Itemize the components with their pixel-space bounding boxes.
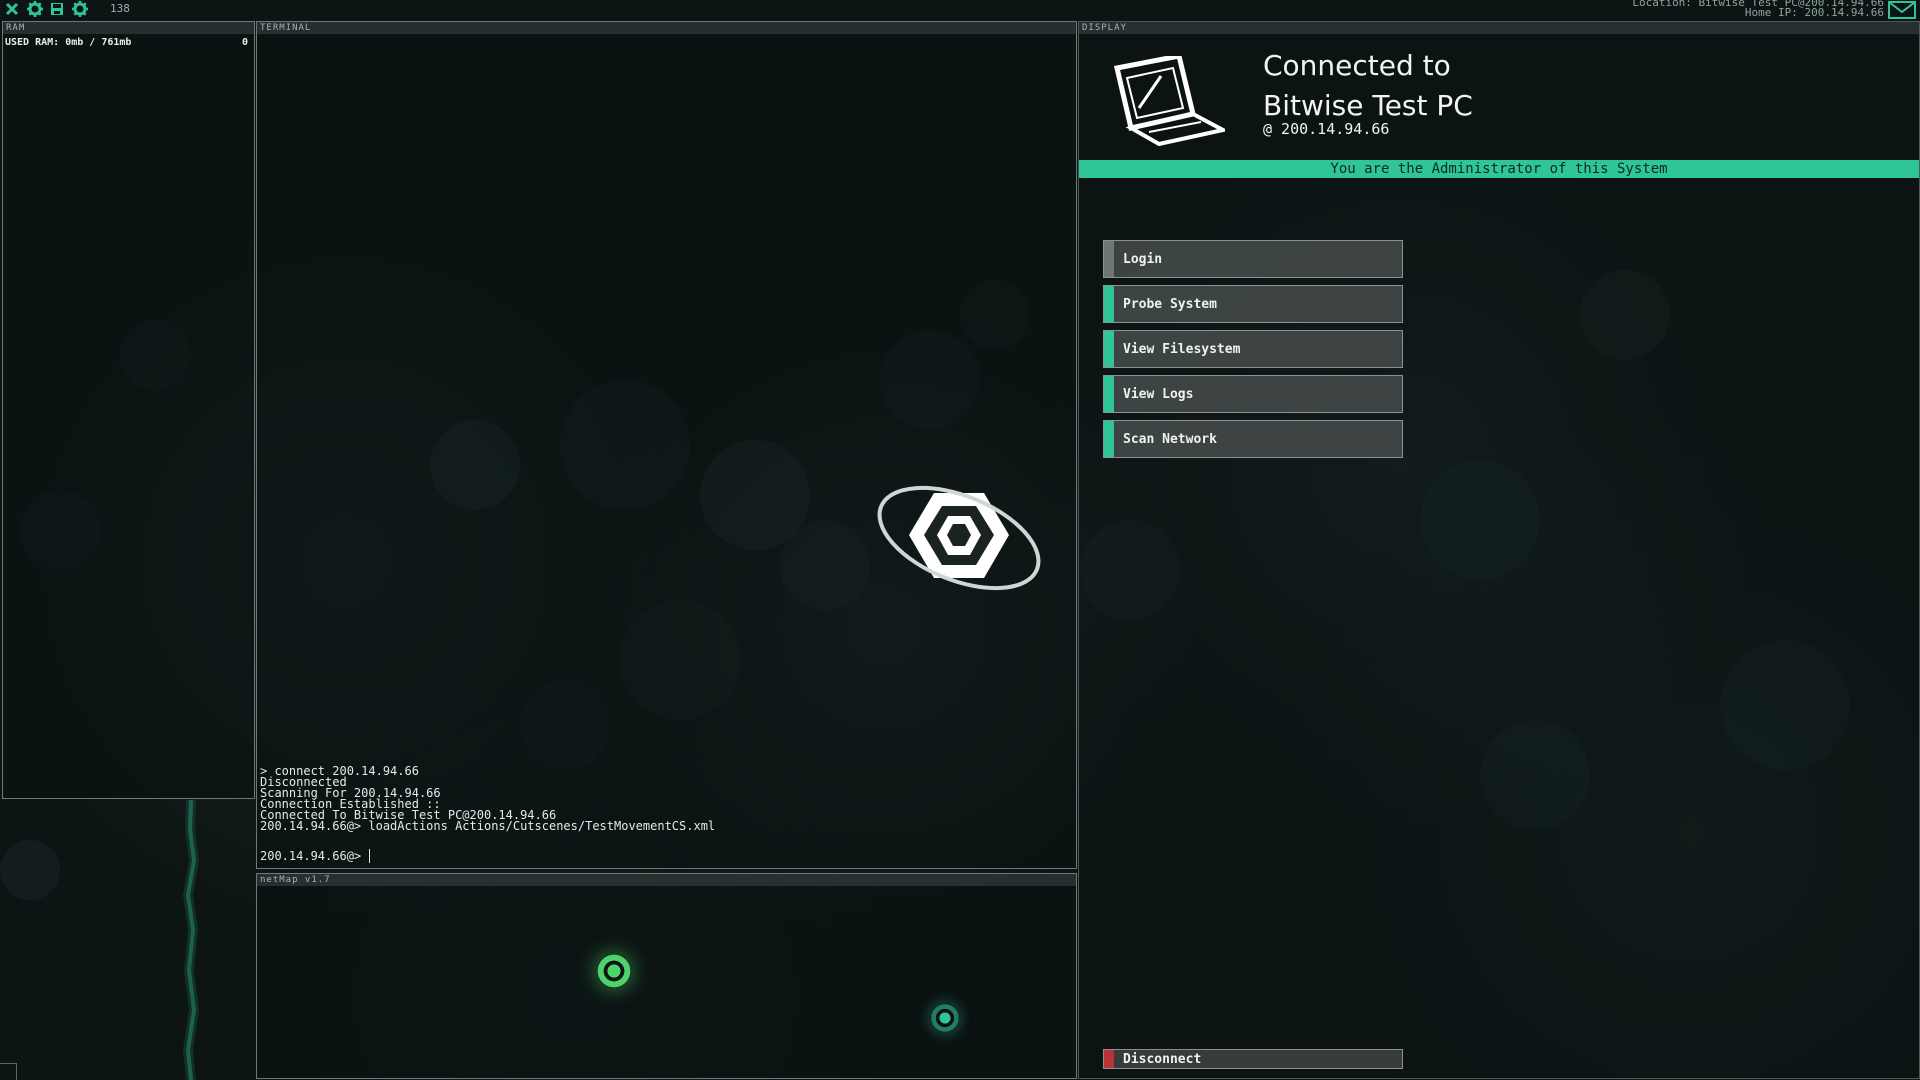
display-panel: DISPLAY Connected to Bitwise Test PC @ 2… [1078,21,1920,1079]
terminal-line: 200.14.94.66@> loadActions Actions/Cutsc… [260,819,716,833]
text-cursor [369,849,371,863]
hexagon-logo-icon [877,485,1041,591]
close-icon[interactable] [2,0,22,18]
login-button-label: Login [1123,251,1163,267]
trace-decoration [182,800,200,1080]
prompt-label: 200.14.94.66@> [260,849,362,863]
laptop-icon [1113,56,1225,146]
terminal-output: > connect 200.14.94.66 Disconnected Scan… [260,765,716,833]
terminal-panel[interactable]: TERMINAL > connect 200.14.94.66 Disconne… [256,21,1077,869]
login-button[interactable]: Login [1103,240,1403,278]
button-accent [1104,286,1114,322]
disconnect-button-label: Disconnect [1123,1051,1202,1067]
admin-banner: You are the Administrator of this System [1079,160,1919,178]
home-node[interactable] [595,952,633,990]
mail-icon[interactable] [1888,1,1916,19]
background-bokeh [0,840,60,900]
disconnect-button[interactable]: Disconnect [1103,1049,1403,1069]
view-logs-button-label: View Logs [1123,386,1194,402]
probe-system-button-label: Probe System [1123,296,1217,312]
corner-marker [0,1063,17,1080]
button-accent [1104,241,1114,277]
save-icon[interactable] [47,0,67,18]
view-filesystem-button-label: View Filesystem [1123,341,1241,357]
ram-usage-label: USED RAM: 0mb / 761mb [5,37,132,48]
terminal-prompt[interactable]: 200.14.94.66@> [260,849,371,863]
button-accent [1104,331,1114,367]
top-bar: 138 Location: Bitwise Test PC@200.14.94.… [0,0,1920,20]
connected-label: Connected to [1263,49,1451,82]
money-counter: 138 [110,2,130,15]
view-filesystem-button[interactable]: View Filesystem [1103,330,1403,368]
scan-network-button-label: Scan Network [1123,431,1217,447]
settings-icon[interactable] [25,0,45,18]
button-accent [1104,421,1114,457]
scan-network-button[interactable]: Scan Network [1103,420,1403,458]
display-panel-title: DISPLAY [1079,22,1919,34]
ram-usage: USED RAM: 0mb / 761mb 0 [5,37,248,48]
netmap-panel-title: netMap v1.7 [257,874,1076,886]
button-accent [1104,1050,1114,1068]
target-node[interactable] [929,1002,961,1034]
host-ip: @ 200.14.94.66 [1263,120,1390,138]
button-accent [1104,376,1114,412]
terminal-panel-title: TERMINAL [257,22,1076,34]
probe-system-button[interactable]: Probe System [1103,285,1403,323]
view-logs-button[interactable]: View Logs [1103,375,1403,413]
home-ip-label: Home IP: 200.14.94.66 [1744,6,1884,19]
location-info: Location: Bitwise Test PC@200.14.94.66 H… [1632,0,1884,18]
netmap-panel[interactable]: netMap v1.7 [256,873,1077,1079]
ram-panel-title: RAM [3,22,254,34]
gear-icon[interactable] [70,0,90,18]
ram-panel: RAM USED RAM: 0mb / 761mb 0 [2,21,255,799]
ram-process-count: 0 [241,37,248,48]
game-screen: 138 Location: Bitwise Test PC@200.14.94.… [0,0,1920,1080]
